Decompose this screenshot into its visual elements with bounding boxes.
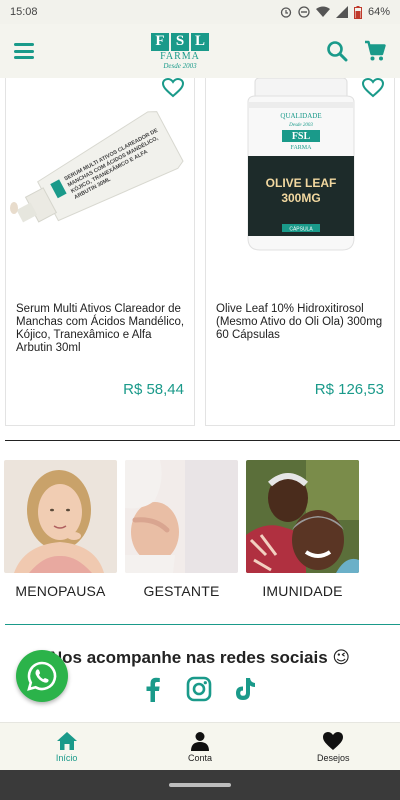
system-gesture-bar xyxy=(0,770,400,800)
wifi-icon xyxy=(315,6,330,17)
instagram-icon[interactable] xyxy=(186,676,212,702)
section-divider xyxy=(5,624,400,625)
bottle-caps: CÁPSULA xyxy=(289,226,313,233)
home-icon xyxy=(56,731,77,750)
facebook-icon[interactable] xyxy=(140,676,166,702)
nav-conta[interactable]: Conta xyxy=(160,731,240,763)
bottle-brand: FSL xyxy=(292,131,311,142)
bottle-qualidade: QUALIDADE xyxy=(280,112,321,120)
section-divider xyxy=(5,440,400,441)
screen: 15:08 64% F S L FARMA Desde 2003 SERUM M… xyxy=(0,0,400,800)
category-image xyxy=(4,460,117,573)
bottom-nav: Início Conta Desejos xyxy=(0,722,400,770)
app-header: F S L FARMA Desde 2003 xyxy=(0,24,400,78)
category-image xyxy=(246,460,359,573)
category-menopausa[interactable]: MENOPAUSA xyxy=(4,460,117,599)
logo-since: Desde 2003 xyxy=(163,61,197,70)
logo-letter: S xyxy=(171,32,189,51)
heart-icon xyxy=(323,731,344,750)
product-image: SERUM MULTI ATIVOS CLAREADOR DE MANCHAS … xyxy=(6,78,194,278)
logo-subtitle: FARMA xyxy=(160,50,200,62)
bottle-since: Desde 2003 xyxy=(288,123,313,128)
bottle-title: OLIVE LEAF xyxy=(266,176,337,190)
category-label: MENOPAUSA xyxy=(15,583,106,599)
status-icons: 64% xyxy=(280,5,390,19)
signal-icon xyxy=(335,6,348,18)
home-gesture-handle[interactable] xyxy=(169,783,231,787)
search-icon[interactable] xyxy=(326,40,348,62)
logo-letter: L xyxy=(191,32,209,51)
product-card[interactable]: QUALIDADE Desde 2003 FSL FARMA OLIVE LEA… xyxy=(205,78,395,426)
status-time: 15:08 xyxy=(10,6,38,18)
nav-inicio[interactable]: Início xyxy=(27,731,107,763)
category-gestante[interactable]: GESTANTE xyxy=(125,460,238,599)
product-name[interactable]: Serum Multi Ativos Clareador de Manchas … xyxy=(16,303,186,355)
logo-letter: F xyxy=(151,32,169,51)
category-imunidade[interactable]: IMUNIDADE xyxy=(246,460,359,599)
nav-desejos[interactable]: Desejos xyxy=(293,731,373,763)
person-icon xyxy=(190,731,209,751)
category-label: GESTANTE xyxy=(143,583,220,599)
whatsapp-icon xyxy=(27,661,57,691)
tiktok-icon[interactable] xyxy=(232,676,258,702)
cart-icon[interactable] xyxy=(364,40,386,62)
bottle-dose: 300MG xyxy=(281,191,320,205)
product-image: QUALIDADE Desde 2003 FSL FARMA OLIVE LEA… xyxy=(206,78,394,278)
whatsapp-button[interactable] xyxy=(16,650,68,702)
bottle-farma: FARMA xyxy=(291,145,313,151)
product-grid: SERUM MULTI ATIVOS CLAREADOR DE MANCHAS … xyxy=(0,78,400,430)
product-price: R$ 126,53 xyxy=(314,381,384,398)
favorite-heart-icon[interactable] xyxy=(362,78,384,98)
social-links xyxy=(140,676,258,702)
status-bar: 15:08 64% xyxy=(0,0,400,24)
product-name[interactable]: Olive Leaf 10% Hidroxitirosol (Mesmo Ati… xyxy=(216,303,386,342)
nav-label: Início xyxy=(55,752,78,763)
product-card[interactable]: SERUM MULTI ATIVOS CLAREADOR DE MANCHAS … xyxy=(5,78,195,426)
product-price: R$ 58,44 xyxy=(123,381,184,398)
category-label: IMUNIDADE xyxy=(262,583,343,599)
battery-icon xyxy=(353,5,362,19)
category-row: MENOPAUSA GESTANTE IMUNIDADE xyxy=(4,460,359,599)
menu-icon[interactable] xyxy=(14,43,34,59)
alarm-icon xyxy=(280,7,292,18)
brand-logo[interactable]: F S L FARMA Desde 2003 xyxy=(151,32,209,70)
nav-label: Desejos xyxy=(317,752,350,763)
category-image xyxy=(125,460,238,573)
dnd-icon xyxy=(298,6,310,18)
battery-percent: 64% xyxy=(367,6,390,18)
favorite-heart-icon[interactable] xyxy=(162,78,184,98)
nav-label: Conta xyxy=(187,752,212,763)
